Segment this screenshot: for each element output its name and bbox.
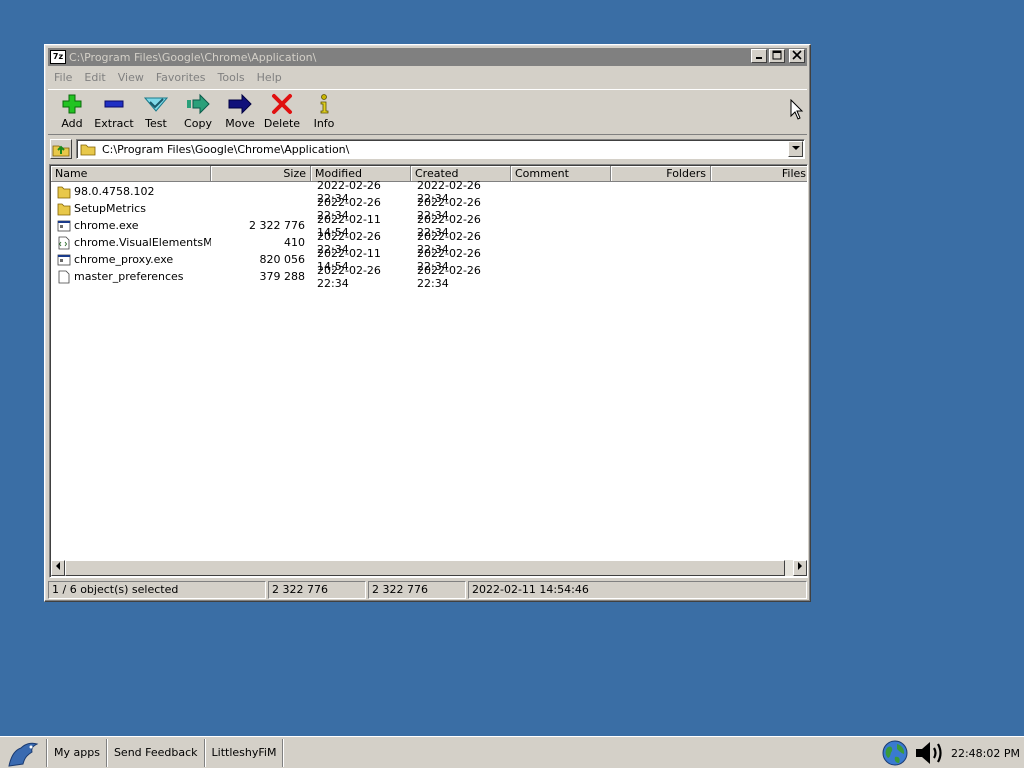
status-date: 2022-02-11 14:54:46 (468, 581, 807, 599)
file-manager-window: 7z C:\Program Files\Google\Chrome\Applic… (44, 44, 811, 602)
folder-icon (57, 203, 71, 215)
extract-label: Extract (94, 117, 134, 130)
file-name: SetupMetrics (74, 202, 146, 215)
xml-file-icon (58, 236, 70, 249)
toolbar: Add Extract Test Copy Move Delete Info (48, 89, 807, 135)
add-button[interactable]: Add (51, 90, 93, 134)
column-files[interactable]: Files (711, 166, 807, 182)
file-icon (58, 270, 70, 283)
file-size: 820 056 (259, 253, 306, 266)
file-size: 2 322 776 (249, 219, 305, 232)
chevron-right-icon (798, 562, 802, 570)
menu-tools[interactable]: Tools (212, 71, 251, 84)
copy-button[interactable]: Copy (177, 90, 219, 134)
delete-x-icon (270, 93, 294, 115)
path-text: C:\Program Files\Google\Chrome\Applicati… (102, 142, 350, 156)
status-size: 2 322 776 (268, 581, 366, 599)
app-logo-icon: 7z (50, 50, 66, 64)
file-created: 2022-02-26 22:34 (417, 263, 481, 290)
window-controls (751, 49, 805, 63)
maximize-button[interactable] (769, 49, 785, 63)
column-folders[interactable]: Folders (611, 166, 711, 182)
window-title: C:\Program Files\Google\Chrome\Applicati… (69, 50, 317, 64)
horizontal-scrollbar[interactable] (51, 560, 807, 576)
start-logo-icon (8, 742, 39, 767)
menu-favorites[interactable]: Favorites (150, 71, 212, 84)
menu-edit[interactable]: Edit (78, 71, 111, 84)
file-name: chrome.VisualElementsMa... (74, 236, 211, 249)
chevron-left-icon (56, 562, 60, 570)
column-name[interactable]: Name (51, 166, 211, 182)
chevron-down-icon (791, 146, 800, 150)
column-comment[interactable]: Comment (511, 166, 611, 182)
status-bar: 1 / 6 object(s) selected 2 322 776 2 322… (48, 581, 807, 599)
extract-button[interactable]: Extract (93, 90, 135, 134)
file-list[interactable]: Name Size Modified Created Comment Folde… (49, 164, 808, 578)
move-arrow-icon (228, 93, 252, 115)
info-label: Info (313, 117, 335, 130)
title-bar[interactable]: 7z C:\Program Files\Google\Chrome\Applic… (48, 48, 807, 66)
mouse-cursor-icon (790, 99, 804, 120)
taskbar: My apps Send Feedback LittleshyFiM 22:48… (0, 736, 1024, 768)
menu-view[interactable]: View (112, 71, 150, 84)
exe-icon (57, 220, 71, 231)
plus-icon (60, 93, 84, 115)
delete-button[interactable]: Delete (261, 90, 303, 134)
file-name: master_preferences (74, 270, 184, 283)
file-size: 410 (284, 236, 305, 249)
status-packed-size: 2 322 776 (368, 581, 466, 599)
scroll-thumb[interactable] (65, 560, 785, 576)
copy-arrow-icon (186, 93, 210, 115)
delete-label: Delete (263, 117, 301, 130)
address-bar: C:\Program Files\Google\Chrome\Applicati… (48, 137, 807, 161)
volume-icon[interactable] (913, 739, 945, 767)
path-dropdown-button[interactable] (788, 141, 803, 157)
info-icon (312, 93, 336, 115)
test-button[interactable]: Test (135, 90, 177, 134)
move-button[interactable]: Move (219, 90, 261, 134)
checkmark-icon (144, 93, 168, 115)
add-label: Add (61, 117, 83, 130)
menu-file[interactable]: File (48, 71, 78, 84)
minimize-button[interactable] (751, 49, 767, 63)
scroll-right-button[interactable] (793, 560, 807, 576)
start-button[interactable] (0, 738, 46, 768)
up-folder-icon (52, 145, 70, 157)
close-button[interactable] (789, 49, 805, 63)
minimize-icon (756, 57, 762, 59)
clock: 22:48:02 PM (950, 746, 1020, 760)
menu-help[interactable]: Help (251, 71, 288, 84)
move-label: Move (225, 117, 255, 130)
list-item[interactable]: master_preferences 379 288 2022-02-26 22… (51, 264, 807, 290)
taskbar-item-littleshyfim[interactable]: LittleshyFiM (206, 739, 283, 767)
column-size[interactable]: Size (211, 166, 311, 182)
up-folder-button[interactable] (50, 139, 72, 159)
scroll-left-button[interactable] (51, 560, 65, 576)
copy-label: Copy (184, 117, 212, 130)
scroll-track[interactable] (65, 560, 793, 576)
taskbar-item-my-apps[interactable]: My apps (48, 739, 106, 767)
file-name: 98.0.4758.102 (74, 185, 155, 198)
file-name: chrome.exe (74, 219, 139, 232)
info-button[interactable]: Info (303, 90, 345, 134)
system-tray: 22:48:02 PM (881, 737, 1024, 768)
minus-icon (102, 93, 126, 115)
file-modified: 2022-02-26 22:34 (317, 263, 381, 290)
close-icon (792, 50, 802, 60)
file-size: 379 288 (259, 270, 306, 283)
taskbar-item-send-feedback[interactable]: Send Feedback (108, 739, 204, 767)
file-name: chrome_proxy.exe (74, 253, 174, 266)
folder-icon (80, 144, 96, 156)
folder-icon (57, 186, 71, 198)
network-globe-icon[interactable] (881, 739, 909, 767)
status-selection: 1 / 6 object(s) selected (48, 581, 266, 599)
menu-bar: File Edit View Favorites Tools Help (48, 68, 807, 86)
path-combobox[interactable]: C:\Program Files\Google\Chrome\Applicati… (76, 139, 805, 159)
test-label: Test (145, 117, 167, 130)
exe-icon (57, 254, 71, 265)
maximize-icon (772, 50, 782, 60)
